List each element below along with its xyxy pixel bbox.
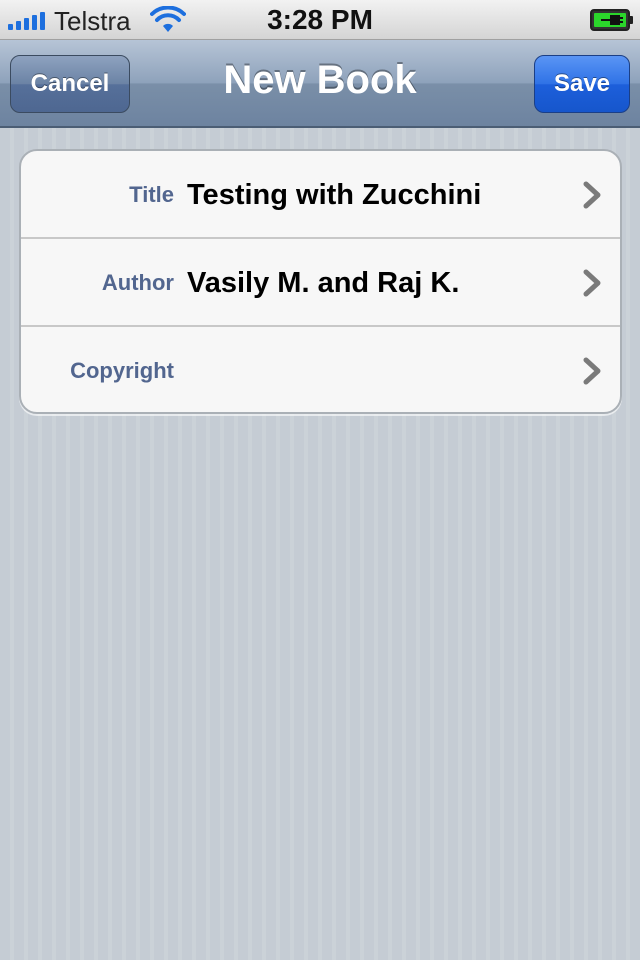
row-label: Copyright: [70, 358, 174, 383]
chevron-right-icon: [581, 181, 605, 209]
status-bar: Telstra 3:28 PM: [0, 0, 640, 40]
row-value: Testing with Zucchini: [187, 179, 482, 211]
navigation-bar: Cancel New Book Save: [0, 40, 640, 128]
status-clock: 3:28 PM: [267, 4, 373, 35]
chevron-right-icon: [581, 357, 605, 385]
row-label: Author: [101, 270, 174, 295]
cancel-button[interactable]: Cancel: [10, 55, 130, 113]
chevron-right-icon: [581, 269, 605, 297]
book-form-table: Title Testing with Zucchini Author Vasil…: [19, 149, 622, 414]
row-label: Title: [129, 182, 174, 207]
save-button[interactable]: Save: [534, 55, 630, 113]
form-row-title[interactable]: Title Testing with Zucchini: [21, 151, 620, 239]
form-row-copyright[interactable]: Copyright: [21, 327, 620, 412]
row-value: Vasily M. and Raj K.: [187, 267, 460, 299]
battery-charging-icon: [590, 9, 634, 36]
page-title: New Book: [223, 58, 417, 102]
form-row-author[interactable]: Author Vasily M. and Raj K.: [21, 239, 620, 327]
